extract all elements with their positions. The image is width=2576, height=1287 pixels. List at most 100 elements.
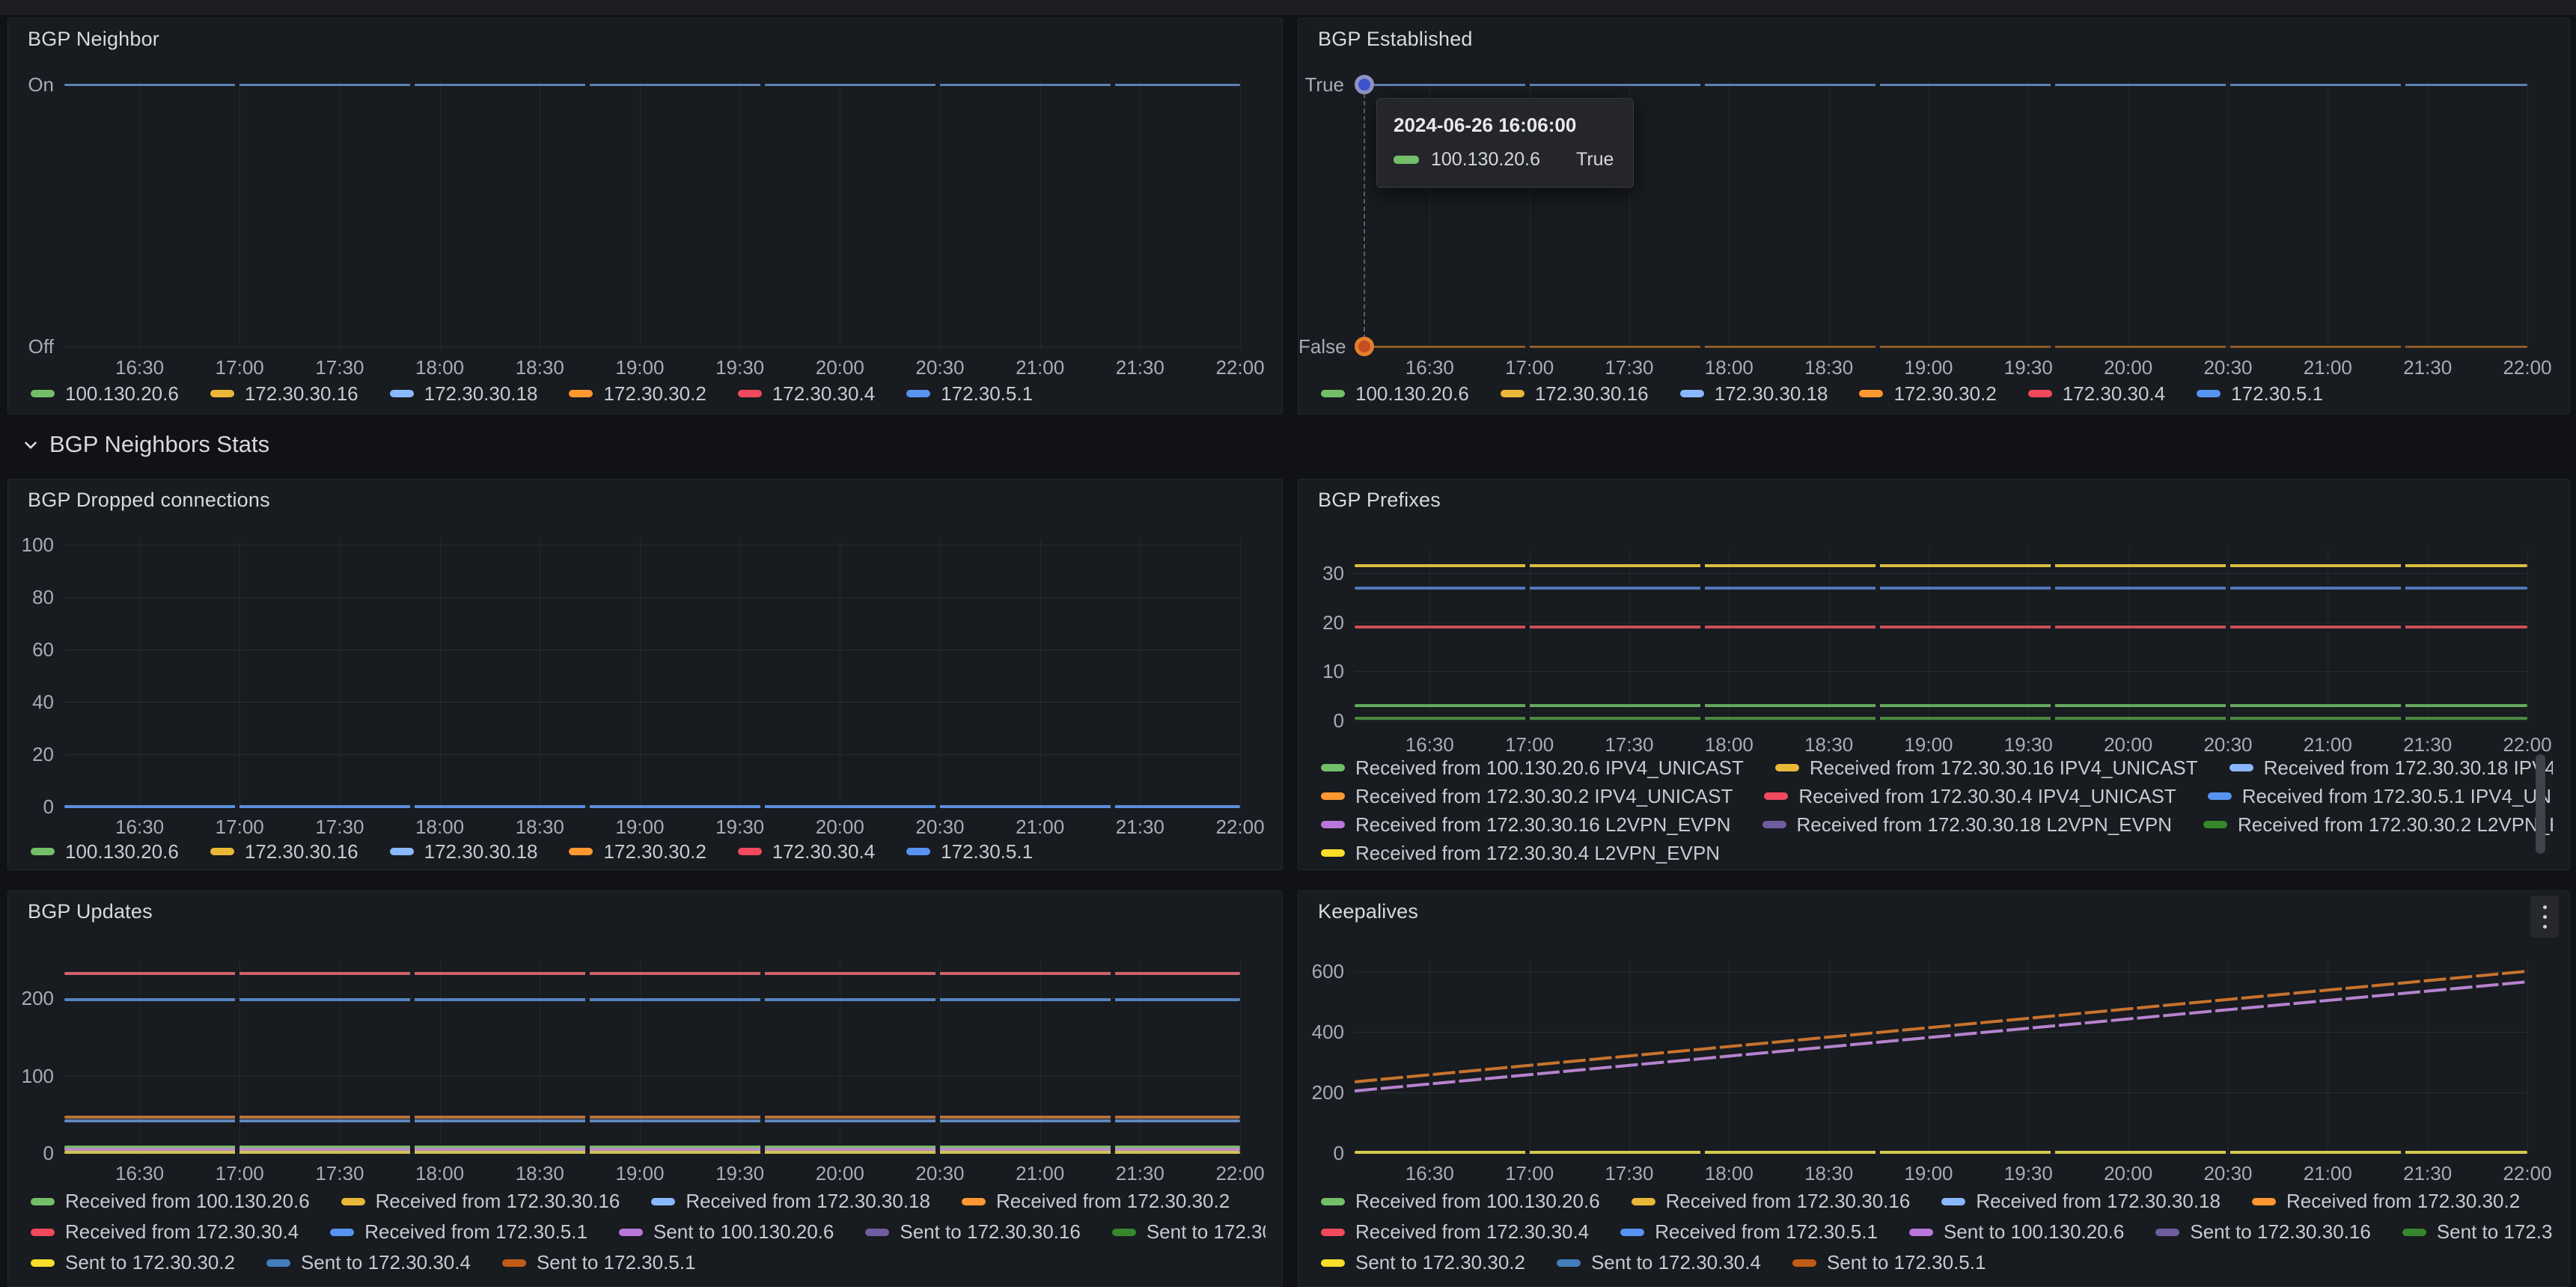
gridline-vertical xyxy=(140,960,141,1155)
legend-item[interactable]: Sent to 172.30.30.18 xyxy=(1112,1220,1266,1244)
legend-row: 100.130.20.6 172.30.30.16 172.30.30.18 172.… xyxy=(31,839,1266,864)
legend-row: Received from 172.30.30.2 IPV4_UNICAST Re… xyxy=(1321,782,2553,810)
legend-item[interactable]: Received from 172.30.30.18 IPV4_UNICAST xyxy=(2229,756,2553,780)
legend-item[interactable]: Received from 172.30.5.1 xyxy=(1620,1220,1878,1244)
y-axis-tick-label: True xyxy=(1298,73,1344,97)
legend-label: Received from 172.30.30.4 xyxy=(65,1220,299,1244)
legend-item[interactable]: Received from 172.30.30.4 xyxy=(1321,1220,1589,1244)
gridline-horizontal xyxy=(1355,573,2527,574)
legend-label: Received from 172.30.30.2 xyxy=(996,1190,1230,1213)
legend-item[interactable]: Received from 172.30.30.18 L2VPN_EVPN xyxy=(1762,813,2173,837)
legend-item[interactable]: Received from 172.30.30.2 xyxy=(2252,1190,2520,1213)
legend-item[interactable]: Received from 172.30.30.16 xyxy=(341,1190,620,1213)
legend-item[interactable]: Received from 172.30.30.18 xyxy=(1941,1190,2221,1213)
legend-item[interactable]: Received from 172.30.5.1 xyxy=(330,1220,587,1244)
panel-title[interactable]: BGP Established xyxy=(1318,28,1473,51)
legend-item[interactable]: 172.30.5.1 xyxy=(906,840,1033,863)
panel-title[interactable]: BGP Prefixes xyxy=(1318,489,1441,512)
legend-item[interactable]: Received from 172.30.30.2 xyxy=(962,1190,1230,1213)
legend-item[interactable]: Received from 172.30.30.16 IPV4_UNICAST xyxy=(1775,756,2198,780)
y-axis-tick-label: 0 xyxy=(1298,1141,1344,1165)
legend-item[interactable]: Sent to 172.30.30.4 xyxy=(266,1251,471,1274)
legend-swatch xyxy=(619,1229,643,1236)
x-axis-tick-label: 19:00 xyxy=(615,1162,664,1185)
legend-item[interactable]: Received from 172.30.30.18 xyxy=(651,1190,930,1213)
legend-item[interactable]: 172.30.30.18 xyxy=(390,840,538,863)
legend-swatch xyxy=(2203,821,2227,828)
panel-title[interactable]: Keepalives xyxy=(1318,900,1418,923)
legend-item[interactable]: 172.30.30.16 xyxy=(210,840,358,863)
legend-item[interactable]: 172.30.30.18 xyxy=(390,382,538,406)
chart-plot-area[interactable]: 16:3017:0017:3018:0018:3019:0019:3020:00… xyxy=(1298,19,2569,414)
legend-swatch xyxy=(1321,849,1345,857)
legend-item[interactable]: 172.30.30.16 xyxy=(210,382,358,406)
chart-plot-area[interactable]: 16:3017:0017:3018:0018:3019:0019:3020:00… xyxy=(8,19,1282,414)
legend-item[interactable]: Received from 172.30.30.4 IPV4_UNICAST xyxy=(1764,785,2176,808)
legend-item[interactable]: Sent to 172.30.30.2 xyxy=(1321,1251,1525,1274)
x-axis-tick-label: 20:30 xyxy=(2203,356,2252,379)
legend-item[interactable]: Received from 172.30.30.2 L2VPN_EVPN xyxy=(2203,813,2553,837)
legend-item[interactable]: 100.130.20.6 xyxy=(31,382,179,406)
y-axis-tick-label: 200 xyxy=(8,986,54,1010)
legend-item[interactable]: Sent to 172.30.30.16 xyxy=(865,1220,1080,1244)
x-axis-tick-label: 18:30 xyxy=(1804,356,1853,379)
legend-item[interactable]: Sent to 100.130.20.6 xyxy=(619,1220,834,1244)
legend-item[interactable]: 172.30.30.4 xyxy=(738,382,875,406)
legend-item[interactable]: Sent to 172.30.30.2 xyxy=(31,1251,235,1274)
legend-item[interactable]: 172.30.30.2 xyxy=(569,840,706,863)
legend-swatch xyxy=(31,1229,55,1236)
legend-item[interactable]: 172.30.5.1 xyxy=(906,382,1033,406)
panel-title[interactable]: BGP Updates xyxy=(28,900,153,923)
legend-row: Sent to 172.30.30.2 Sent to 172.30.30.4 Se… xyxy=(1321,1247,2553,1278)
legend-item[interactable]: 172.30.30.18 xyxy=(1680,382,1828,406)
legend-label: 172.30.30.2 xyxy=(1893,382,1996,406)
legend-item[interactable]: Sent to 172.30.30.18 xyxy=(2402,1220,2553,1244)
legend-item[interactable]: Sent to 172.30.5.1 xyxy=(502,1251,696,1274)
legend-item[interactable]: 100.130.20.6 xyxy=(1321,382,1469,406)
legend-item[interactable]: 172.30.30.4 xyxy=(2028,382,2165,406)
legend-item[interactable]: Sent to 172.30.30.16 xyxy=(2155,1220,2370,1244)
legend-swatch xyxy=(1321,792,1345,800)
y-axis-tick-label: 40 xyxy=(8,690,54,714)
panel-title[interactable]: BGP Dropped connections xyxy=(28,489,270,512)
legend-swatch xyxy=(31,848,55,855)
legend-item[interactable]: 100.130.20.6 xyxy=(31,840,179,863)
legend-item[interactable]: 172.30.5.1 xyxy=(2197,382,2323,406)
legend: Received from 100.130.20.6 IPV4_UNICASTR… xyxy=(1321,753,2553,869)
legend-label: 100.130.20.6 xyxy=(65,840,179,863)
legend-swatch xyxy=(210,390,234,397)
legend-item[interactable]: 172.30.30.2 xyxy=(569,382,706,406)
legend-scrollbar-thumb[interactable] xyxy=(2536,754,2545,854)
legend-item[interactable]: Received from 100.130.20.6 IPV4_UNICAST xyxy=(1321,756,1744,780)
legend-label: Sent to 172.30.30.2 xyxy=(1355,1251,1525,1274)
gridline-horizontal xyxy=(64,346,1240,347)
chart-plot-area[interactable]: 16:3017:0017:3018:0018:3019:0019:3020:00… xyxy=(8,480,1282,869)
legend-swatch xyxy=(2208,792,2232,800)
panel-menu-button[interactable] xyxy=(2530,896,2559,938)
gridline-vertical xyxy=(940,82,941,348)
y-axis-tick-label: 0 xyxy=(8,795,54,819)
legend-item[interactable]: Received from 172.30.30.16 L2VPN_EVPN xyxy=(1321,813,1731,837)
legend-item[interactable]: Sent to 172.30.5.1 xyxy=(1792,1251,1986,1274)
legend-item[interactable]: Received from 172.30.30.4 L2VPN_EVPN xyxy=(1321,842,1720,865)
legend-item[interactable]: 172.30.30.4 xyxy=(738,840,875,863)
gridline-vertical xyxy=(2527,82,2528,348)
y-axis-tick-label: 20 xyxy=(8,742,54,766)
legend-item[interactable]: Received from 172.30.5.1 IPV4_UNICAST xyxy=(2208,785,2553,808)
legend-item[interactable]: Received from 100.130.20.6 xyxy=(31,1190,310,1213)
panel-title[interactable]: BGP Neighbor xyxy=(28,28,159,51)
legend-item[interactable]: Sent to 100.130.20.6 xyxy=(1909,1220,2124,1244)
legend-label: Received from 172.30.30.18 xyxy=(686,1190,930,1213)
legend-item[interactable]: Received from 172.30.30.16 xyxy=(1632,1190,1911,1213)
legend-label: 172.30.30.18 xyxy=(1715,382,1828,406)
legend-item[interactable]: 172.30.30.16 xyxy=(1501,382,1649,406)
section-row-bgp-neighbors-stats[interactable]: BGP Neighbors Stats xyxy=(21,424,269,465)
gridline-vertical xyxy=(1729,82,1730,348)
legend-item[interactable]: Received from 172.30.30.4 xyxy=(31,1220,299,1244)
legend-item[interactable]: Sent to 172.30.30.4 xyxy=(1557,1251,1761,1274)
legend-item[interactable]: Received from 172.30.30.2 IPV4_UNICAST xyxy=(1321,785,1733,808)
legend-swatch xyxy=(2197,390,2221,397)
legend-label: 172.30.30.2 xyxy=(603,382,706,406)
legend-item[interactable]: 172.30.30.2 xyxy=(1859,382,1996,406)
legend-item[interactable]: Received from 100.130.20.6 xyxy=(1321,1190,1600,1213)
